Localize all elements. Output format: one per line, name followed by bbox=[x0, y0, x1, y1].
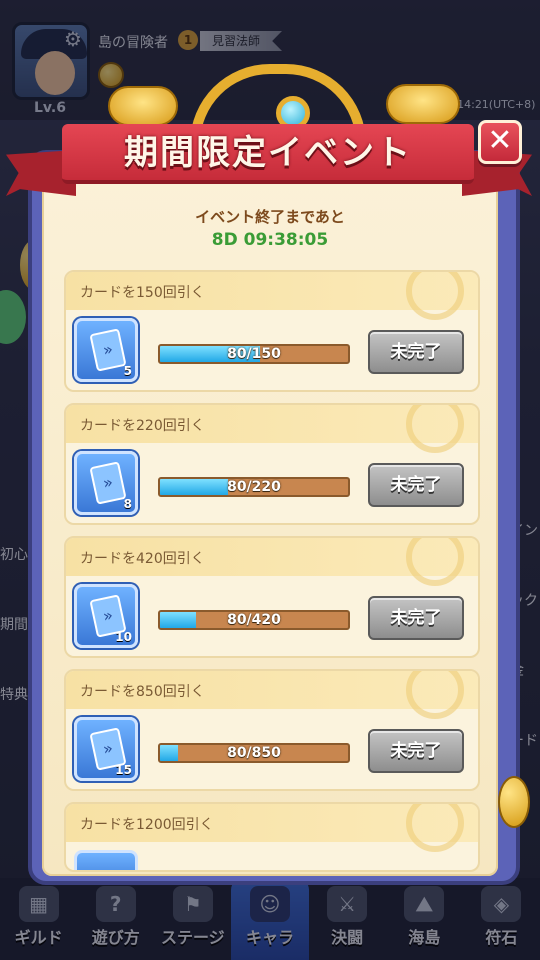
task-title: カードを420回引く bbox=[80, 551, 205, 567]
task-title: カードを220回引く bbox=[80, 418, 205, 434]
countdown-timer: 8D 09:38:05 bbox=[211, 230, 329, 250]
incomplete-button[interactable]: 未完了 bbox=[368, 729, 464, 773]
event-dialog: イベント終了まであと 8D 09:38:05 カードを150回引く » 5 80… bbox=[42, 170, 498, 876]
close-button[interactable]: ✕ bbox=[478, 120, 522, 164]
close-icon: ✕ bbox=[487, 123, 513, 158]
card-arrow-icon: » bbox=[89, 328, 127, 372]
card-reward-icon[interactable]: » 5 bbox=[74, 318, 138, 382]
card-arrow-icon: » bbox=[89, 461, 127, 505]
gold-coin-pile-left bbox=[108, 86, 178, 126]
card-reward-icon[interactable]: » 15 bbox=[74, 717, 138, 781]
task-title: カードを150回引く bbox=[80, 285, 205, 301]
side-coin-icon bbox=[498, 776, 530, 828]
card-reward-icon[interactable]: » 10 bbox=[74, 584, 138, 648]
incomplete-button[interactable]: 未完了 bbox=[368, 330, 464, 374]
task-title: カードを850回引く bbox=[80, 684, 205, 700]
task-list[interactable]: カードを150回引く » 5 80/150 未完了 カードを220回引く » 8… bbox=[64, 270, 480, 876]
incomplete-button[interactable]: 未完了 bbox=[368, 463, 464, 507]
task-title: カードを1200回引く bbox=[80, 817, 214, 833]
progress-bar: 80/150 bbox=[158, 344, 350, 364]
swirl-decoration bbox=[406, 272, 464, 320]
progress-text: 80/850 bbox=[227, 745, 281, 761]
progress-text: 80/420 bbox=[227, 612, 281, 628]
dialog-title: 期間限定イベント bbox=[124, 133, 412, 173]
task-card: カードを420回引く » 10 80/420 未完了 bbox=[64, 536, 480, 658]
gold-coin-pile-right bbox=[386, 84, 460, 124]
reward-count: 8 bbox=[123, 497, 132, 511]
task-card: カードを1200回引く bbox=[64, 802, 480, 872]
progress-text: 80/150 bbox=[227, 346, 281, 362]
task-card: カードを850回引く » 15 80/850 未完了 bbox=[64, 669, 480, 791]
swirl-decoration bbox=[406, 405, 464, 453]
task-card: カードを220回引く » 8 80/220 未完了 bbox=[64, 403, 480, 525]
progress-bar: 80/420 bbox=[158, 610, 350, 630]
card-reward-icon[interactable]: » 8 bbox=[74, 451, 138, 515]
progress-bar: 80/220 bbox=[158, 477, 350, 497]
swirl-decoration bbox=[406, 538, 464, 586]
reward-count: 15 bbox=[115, 763, 132, 777]
swirl-decoration bbox=[406, 804, 464, 852]
task-card: カードを150回引く » 5 80/150 未完了 bbox=[64, 270, 480, 392]
incomplete-button[interactable]: 未完了 bbox=[368, 596, 464, 640]
card-reward-icon[interactable] bbox=[74, 850, 138, 870]
progress-text: 80/220 bbox=[227, 479, 281, 495]
swirl-decoration bbox=[406, 671, 464, 719]
reward-count: 5 bbox=[123, 364, 132, 378]
reward-count: 10 bbox=[115, 630, 132, 644]
countdown-label: イベント終了まであと bbox=[195, 208, 345, 226]
progress-bar: 80/850 bbox=[158, 743, 350, 763]
